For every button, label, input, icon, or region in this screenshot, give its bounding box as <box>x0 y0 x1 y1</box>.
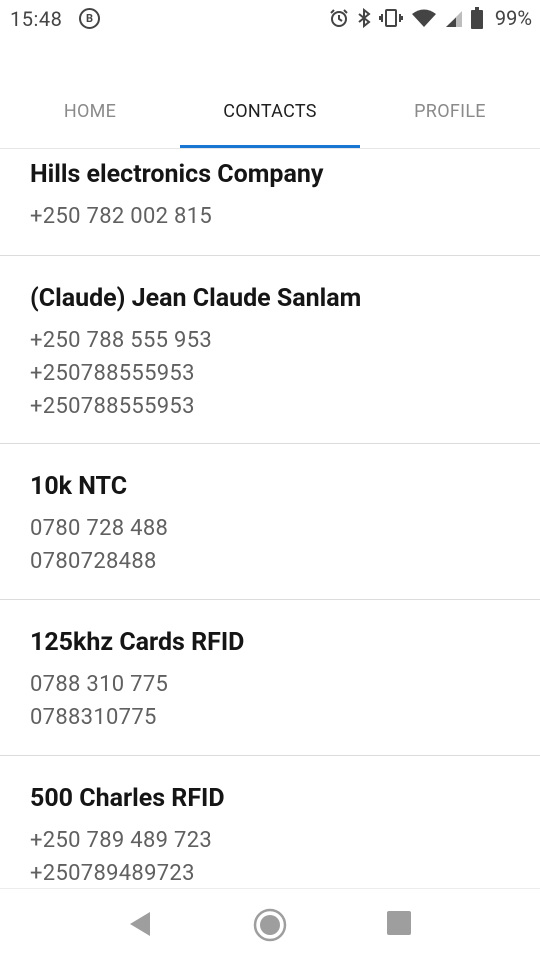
home-icon[interactable] <box>253 908 287 942</box>
contacts-list[interactable]: Hills electronics Company +250 782 002 8… <box>0 148 540 888</box>
contact-phone: +250788555953 <box>30 361 195 386</box>
contact-item[interactable]: (Claude) Jean Claude Sanlam +250 788 555… <box>0 256 540 444</box>
signal-icon <box>445 11 462 27</box>
tab-bar: HOME CONTACTS PROFILE <box>0 76 540 149</box>
tab-contacts[interactable]: CONTACTS <box>180 76 360 148</box>
bluetooth-icon <box>358 8 371 28</box>
contact-phone: +250789489723 <box>30 861 195 886</box>
contact-phone: 0788310775 <box>30 705 157 730</box>
contact-name: 10k NTC <box>30 472 128 501</box>
contact-phone: 0788 310 775 <box>30 672 169 697</box>
contact-phone: +250 788 555 953 <box>30 328 213 353</box>
status-bar: 15:48 B 99% <box>0 0 540 38</box>
contact-name: (Claude) Jean Claude Sanlam <box>30 284 362 313</box>
battery-icon <box>470 7 483 29</box>
contact-name: Hills electronics Company <box>30 160 324 189</box>
notification-badge-icon: B <box>79 8 100 29</box>
contact-item[interactable]: 500 Charles RFID +250 789 489 723 +25078… <box>0 756 540 888</box>
contact-phone: +250 782 002 815 <box>30 204 213 229</box>
contact-item[interactable]: Hills electronics Company +250 782 002 8… <box>0 148 540 256</box>
back-icon[interactable] <box>128 911 152 937</box>
tab-home[interactable]: HOME <box>0 76 180 148</box>
contact-item[interactable]: 125khz Cards RFID 0788 310 775 078831077… <box>0 600 540 756</box>
contact-item[interactable]: 10k NTC 0780 728 488 0780728488 <box>0 444 540 600</box>
battery-percent: 99% <box>494 6 532 30</box>
contact-name: 500 Charles RFID <box>30 784 225 813</box>
contact-phone: +250 789 489 723 <box>30 828 213 853</box>
wifi-icon <box>411 9 436 27</box>
contact-name: 125khz Cards RFID <box>30 628 245 657</box>
status-icons: 99% <box>329 6 532 30</box>
contact-phone: 0780 728 488 <box>30 516 169 541</box>
contact-phone: 0780728488 <box>30 549 157 574</box>
tab-profile[interactable]: PROFILE <box>360 76 540 148</box>
recents-icon[interactable] <box>387 911 411 935</box>
status-time: 15:48 <box>10 7 63 31</box>
contact-phone: +250788555953 <box>30 394 195 419</box>
system-nav-bar <box>0 888 540 961</box>
alarm-icon <box>330 9 348 27</box>
vibrate-icon <box>378 9 403 27</box>
